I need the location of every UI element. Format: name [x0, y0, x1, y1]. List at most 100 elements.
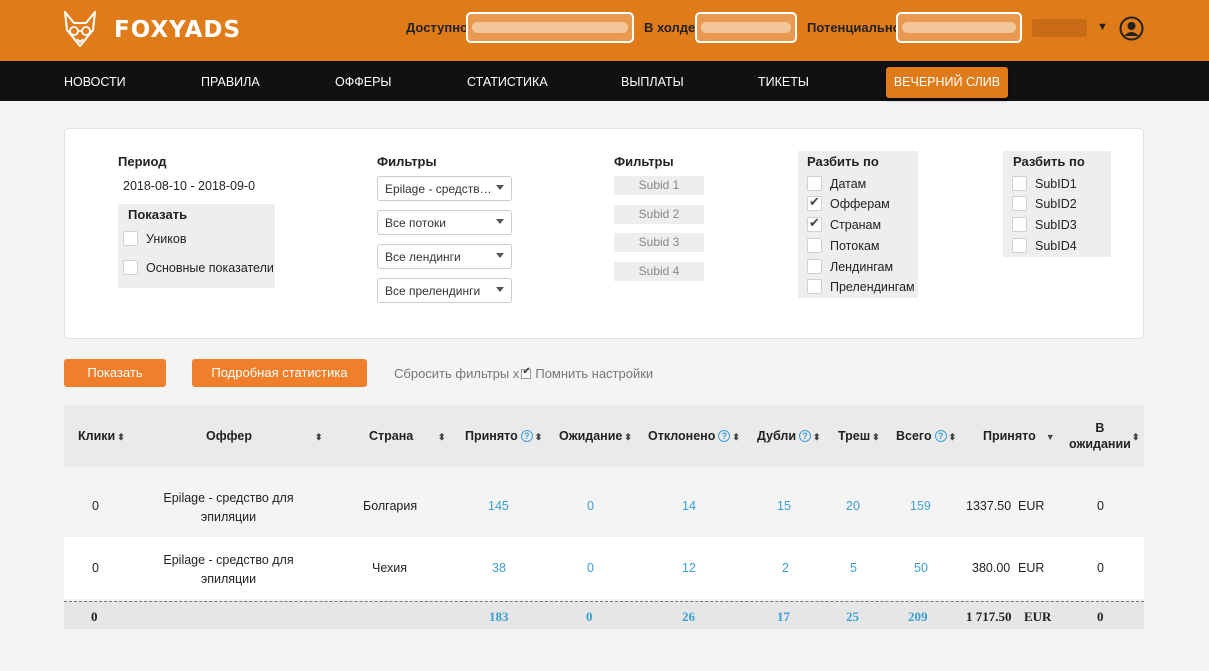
username-blurred[interactable]	[1032, 19, 1087, 37]
split-dates-option[interactable]: Датам	[807, 176, 866, 191]
nav-rules[interactable]: ПРАВИЛА	[201, 75, 260, 89]
cell-pending[interactable]: 0	[587, 561, 594, 575]
col-rejected-label: Отклонено	[648, 429, 716, 443]
split-offers-option[interactable]: Офферам	[807, 194, 890, 211]
cell-offer[interactable]: Epilage - средство для эпиляции	[161, 551, 296, 589]
split-offers-checkbox[interactable]	[807, 194, 822, 211]
split-subid2-option[interactable]: SubID2	[1012, 196, 1077, 211]
help-icon[interactable]: ?	[934, 430, 947, 442]
dropdown-arrow-icon	[496, 219, 504, 224]
col-clicks[interactable]: Клики ⬍	[78, 429, 125, 443]
split-flows-label: Потокам	[830, 238, 880, 253]
split-subid1-checkbox[interactable]	[1012, 176, 1027, 191]
split-subid4-option[interactable]: SubID4	[1012, 238, 1077, 253]
col-country-sort[interactable]: ⬍	[436, 429, 446, 443]
split-prelandings-checkbox[interactable]	[807, 279, 822, 294]
flows-select[interactable]: Все потоки	[377, 210, 512, 235]
subid1-input[interactable]: Subid 1	[614, 176, 704, 195]
total-trash: 25	[846, 609, 859, 624]
user-menu-caret-icon[interactable]: ▼	[1097, 21, 1108, 33]
logo[interactable]: FOXYADS	[62, 10, 241, 50]
split-dates-checkbox[interactable]	[807, 176, 822, 191]
nav-news[interactable]: НОВОСТИ	[64, 75, 126, 89]
cell-accepted[interactable]: 145	[488, 499, 509, 513]
help-icon[interactable]: ?	[799, 430, 812, 442]
col-in-pending[interactable]: Вожидании	[1069, 420, 1131, 452]
prelandings-select[interactable]: Все прелендинги	[377, 278, 512, 303]
main-metrics-checkbox[interactable]	[123, 260, 138, 275]
nav-evening-drain-button[interactable]: ВЕЧЕРНИЙ СЛИВ	[886, 67, 1008, 98]
col-accepted[interactable]: Принято? ⬍	[465, 429, 542, 443]
nav-payouts[interactable]: ВЫПЛАТЫ	[621, 75, 684, 89]
split-subid3-label: SubID3	[1035, 217, 1077, 232]
landings-select-value: Все лендинги	[385, 250, 461, 264]
cell-rejected[interactable]: 12	[682, 561, 696, 575]
subid2-input[interactable]: Subid 2	[614, 205, 704, 224]
offer-select[interactable]: Epilage - средств…	[377, 176, 512, 201]
show-uniques-option[interactable]: Уников	[123, 231, 186, 246]
col-duplicates[interactable]: Дубли? ⬍	[757, 429, 821, 443]
cell-rejected[interactable]: 14	[682, 499, 696, 513]
cell-offer-line1: Epilage - средство для	[163, 553, 294, 567]
cell-accepted[interactable]: 38	[492, 561, 506, 575]
split-subid1-label: SubID1	[1035, 176, 1077, 191]
subid3-input[interactable]: Subid 3	[614, 233, 704, 252]
cell-in-pending: 0	[1097, 561, 1104, 575]
help-icon[interactable]: ?	[718, 430, 731, 442]
split-by-label: Разбить по	[807, 154, 879, 169]
cell-total[interactable]: 50	[914, 561, 928, 575]
split-countries-option[interactable]: Странам	[807, 215, 881, 232]
cell-trash[interactable]: 20	[846, 499, 860, 513]
help-icon[interactable]: ?	[520, 430, 533, 442]
cell-total[interactable]: 159	[910, 499, 931, 513]
total-sum: 1 717.50	[966, 609, 1012, 624]
split-flows-checkbox[interactable]	[807, 238, 822, 253]
cell-trash[interactable]: 5	[850, 561, 857, 575]
split-flows-option[interactable]: Потокам	[807, 238, 880, 253]
col-trash[interactable]: Треш ⬍	[838, 429, 880, 443]
uniques-checkbox[interactable]	[123, 231, 138, 246]
remember-settings-label: Помнить настройки	[535, 366, 654, 381]
col-total[interactable]: Всего? ⬍	[896, 429, 956, 443]
col-accepted-sum[interactable]: Принято ▼	[983, 429, 1055, 443]
split-subid1-option[interactable]: SubID1	[1012, 176, 1077, 191]
fox-logo-icon	[64, 11, 96, 47]
col-offer-sort[interactable]: ⬍	[313, 429, 323, 443]
split-subid2-label: SubID2	[1035, 196, 1077, 211]
reset-filters-link[interactable]: Сбросить фильтры x	[394, 366, 519, 381]
col-pending[interactable]: Ожидание ⬍	[559, 429, 632, 443]
col-in-pending-label-2: ожидании	[1069, 437, 1131, 451]
subid4-input[interactable]: Subid 4	[614, 262, 704, 281]
brand-name: FOXYADS	[114, 17, 242, 43]
cell-duplicates[interactable]: 15	[777, 499, 791, 513]
split-dates-label: Датам	[830, 176, 867, 191]
user-account-icon[interactable]	[1119, 16, 1144, 41]
nav-offers[interactable]: ОФФЕРЫ	[335, 75, 391, 89]
split-landings-checkbox[interactable]	[807, 259, 822, 274]
show-label: Показать	[128, 207, 188, 222]
split-subid3-checkbox[interactable]	[1012, 217, 1027, 232]
split-countries-checkbox[interactable]	[807, 215, 822, 232]
col-rejected[interactable]: Отклонено? ⬍	[648, 429, 740, 443]
split-subid2-checkbox[interactable]	[1012, 196, 1027, 211]
cell-offer[interactable]: Epilage - средство для эпиляции	[161, 489, 296, 527]
landings-select[interactable]: Все лендинги	[377, 244, 512, 269]
cell-duplicates[interactable]: 2	[782, 561, 789, 575]
detailed-stats-button[interactable]: Подробная статистика	[192, 359, 367, 387]
show-main-metrics-option[interactable]: Основные показатели	[123, 260, 274, 275]
nav-statistics[interactable]: СТАТИСТИКА	[467, 75, 548, 89]
split-subid4-checkbox[interactable]	[1012, 238, 1027, 253]
split-prelandings-option[interactable]: Прелендингам	[807, 279, 915, 294]
col-country[interactable]: Страна	[369, 429, 413, 443]
nav-tickets[interactable]: ТИКЕТЫ	[758, 75, 809, 89]
sort-icon: ⬍	[1132, 432, 1140, 442]
split-landings-option[interactable]: Лендингам	[807, 259, 893, 274]
show-button[interactable]: Показать	[64, 359, 166, 387]
remember-settings-checkbox[interactable]	[521, 366, 532, 379]
col-offer[interactable]: Оффер	[206, 429, 252, 443]
split-subid3-option[interactable]: SubID3	[1012, 217, 1077, 232]
col-in-pending-sort[interactable]: ⬍	[1130, 429, 1140, 443]
sort-icon: ⬍	[732, 432, 740, 442]
period-date-range-input[interactable]: 2018-08-10 - 2018-09-0	[123, 179, 255, 193]
cell-pending[interactable]: 0	[587, 499, 594, 513]
